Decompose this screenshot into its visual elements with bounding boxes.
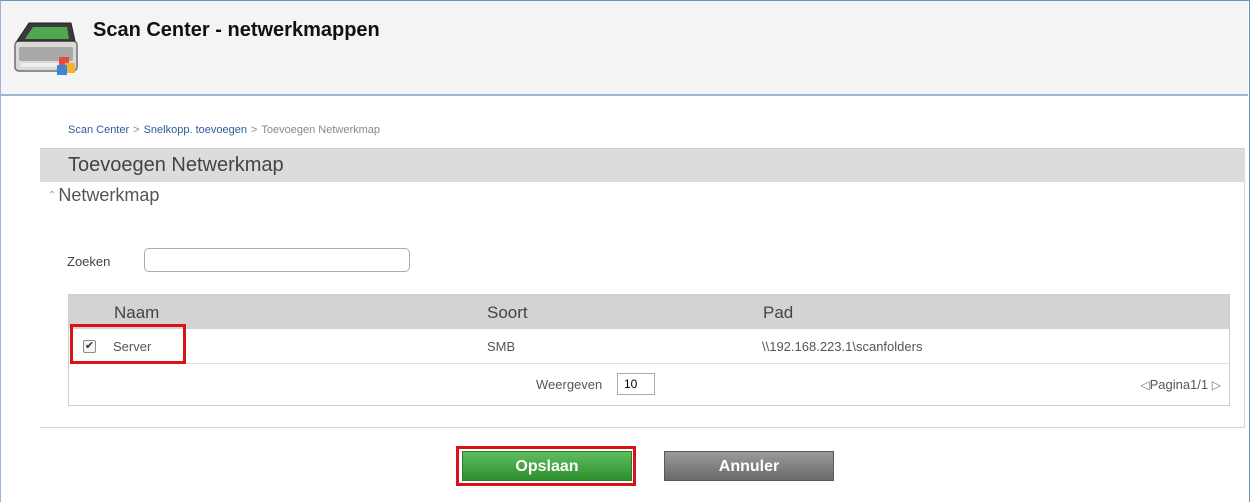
section-title: Netwerkmap — [58, 185, 160, 205]
search-input[interactable] — [144, 248, 410, 272]
table-footer: Weergeven ◁Pagina1/1 ▷ — [69, 365, 1229, 405]
section-toggle[interactable]: ⌃ Netwerkmap — [48, 185, 159, 206]
page-indicator: Pagina1/1 — [1149, 377, 1209, 392]
highlight-box-row — [70, 324, 186, 364]
panel-title: Toevoegen Netwerkmap — [68, 154, 284, 176]
breadcrumb-add-shortcut[interactable]: Snelkopp. toevoegen — [144, 124, 247, 136]
panel-header: Toevoegen Netwerkmap — [40, 148, 1245, 182]
next-page-icon[interactable]: ▷ — [1212, 378, 1221, 392]
breadcrumb-separator: > — [133, 124, 140, 136]
header: Scan Center - netwerkmappen — [1, 1, 1248, 96]
highlight-box-save — [456, 446, 636, 486]
breadcrumb-scan-center[interactable]: Scan Center — [68, 124, 129, 136]
breadcrumb-current: Toevoegen Netwerkmap — [261, 124, 381, 136]
column-header-name[interactable]: Naam — [114, 303, 159, 323]
row-type: SMB — [487, 339, 516, 354]
add-network-folder-panel: Toevoegen Netwerkmap ⌃ Netwerkmap Zoeken… — [40, 148, 1245, 428]
search-label: Zoeken — [67, 254, 111, 269]
table-row[interactable]: ✔ Server SMB \\192.168.223.1\scanfolders — [69, 329, 1229, 364]
rows-per-page-input[interactable] — [617, 373, 655, 395]
chevron-up-icon: ⌃ — [48, 190, 57, 201]
column-header-path[interactable]: Pad — [763, 303, 793, 323]
app-title: Scan Center - netwerkmappen — [93, 19, 380, 41]
show-label: Weergeven — [536, 377, 603, 392]
table-header: Naam Soort Pad — [69, 295, 1229, 329]
pager: ◁Pagina1/1 ▷ — [1140, 377, 1221, 392]
network-folder-table: Naam Soort Pad ✔ Server SMB \\192.168.22… — [68, 294, 1230, 406]
column-header-type[interactable]: Soort — [487, 303, 528, 323]
cancel-button[interactable]: Annuler — [664, 451, 834, 481]
scanner-icon — [14, 22, 78, 75]
prev-page-icon[interactable]: ◁ — [1140, 378, 1149, 392]
breadcrumb: Scan Center > Snelkopp. toevoegen > Toevoege… — [68, 124, 380, 136]
breadcrumb-separator: > — [250, 124, 258, 136]
row-path: \\192.168.223.1\scanfolders — [762, 339, 923, 354]
